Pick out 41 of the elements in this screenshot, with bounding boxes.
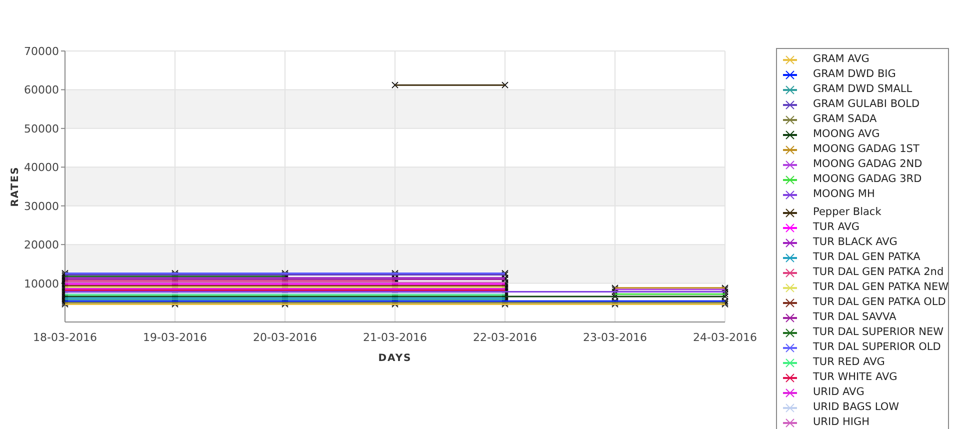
legend-label: MOONG GADAG 2ND: [813, 156, 922, 172]
legend-label: URID HIGH: [813, 414, 870, 429]
legend-label: TUR AVG: [813, 220, 860, 235]
legend-label: MOONG MH: [813, 186, 875, 202]
legend-label: TUR RED AVG: [813, 354, 885, 370]
legend-label: MOONG GADAG 3RD: [813, 172, 922, 187]
legend-label: MOONG AVG: [813, 126, 880, 142]
legend-label: TUR DAL GEN PATKA: [813, 250, 920, 265]
legend-label: TUR DAL GEN PATKA 2nd: [813, 264, 944, 280]
legend-label: TUR DAL SAVVA: [813, 310, 896, 325]
legend-label: MOONG GADAG 1ST: [813, 142, 920, 157]
legend-label: GRAM DWD BIG: [813, 66, 896, 82]
x-axis-title: DAYS: [378, 353, 412, 364]
legend-label: URID BAGS LOW: [813, 400, 899, 415]
legend-label: GRAM AVG: [813, 52, 870, 67]
y-tick-label: 30000: [24, 200, 59, 213]
legend-label: TUR WHITE AVG: [813, 370, 898, 385]
y-tick-label: 70000: [24, 45, 59, 58]
y-tick-label: 10000: [24, 277, 59, 290]
x-tick-label: 19-03-2016: [143, 331, 207, 344]
x-tick-label: 18-03-2016: [33, 331, 97, 344]
x-tick-label: 21-03-2016: [363, 331, 427, 344]
y-tick-label: 60000: [24, 84, 59, 97]
x-tick-label: 20-03-2016: [253, 331, 317, 344]
legend-label: GRAM DWD SMALL: [813, 82, 912, 97]
y-tick-label: 40000: [24, 161, 59, 174]
y-axis-title: RATES: [10, 166, 21, 207]
legend-label: GRAM SADA: [813, 112, 877, 127]
legend-label: URID AVG: [813, 384, 864, 400]
legend-label: GRAM GULABI BOLD: [813, 96, 920, 112]
legend-label: Pepper Black: [813, 204, 882, 220]
x-tick-label: 22-03-2016: [473, 331, 537, 344]
legend-label: TUR DAL SUPERIOR OLD: [813, 340, 941, 355]
y-tick-label: 20000: [24, 238, 59, 252]
legend-label: TUR DAL GEN PATKA NEW: [813, 280, 948, 295]
x-tick-label: 24-03-2016: [693, 331, 757, 344]
y-tick-label: 50000: [24, 122, 59, 136]
legend-label: TUR DAL SUPERIOR NEW: [813, 324, 944, 340]
legend-label: TUR DAL GEN PATKA OLD: [813, 294, 946, 310]
x-tick-label: 23-03-2016: [583, 331, 647, 344]
legend-label: TUR BLACK AVG: [813, 234, 898, 250]
